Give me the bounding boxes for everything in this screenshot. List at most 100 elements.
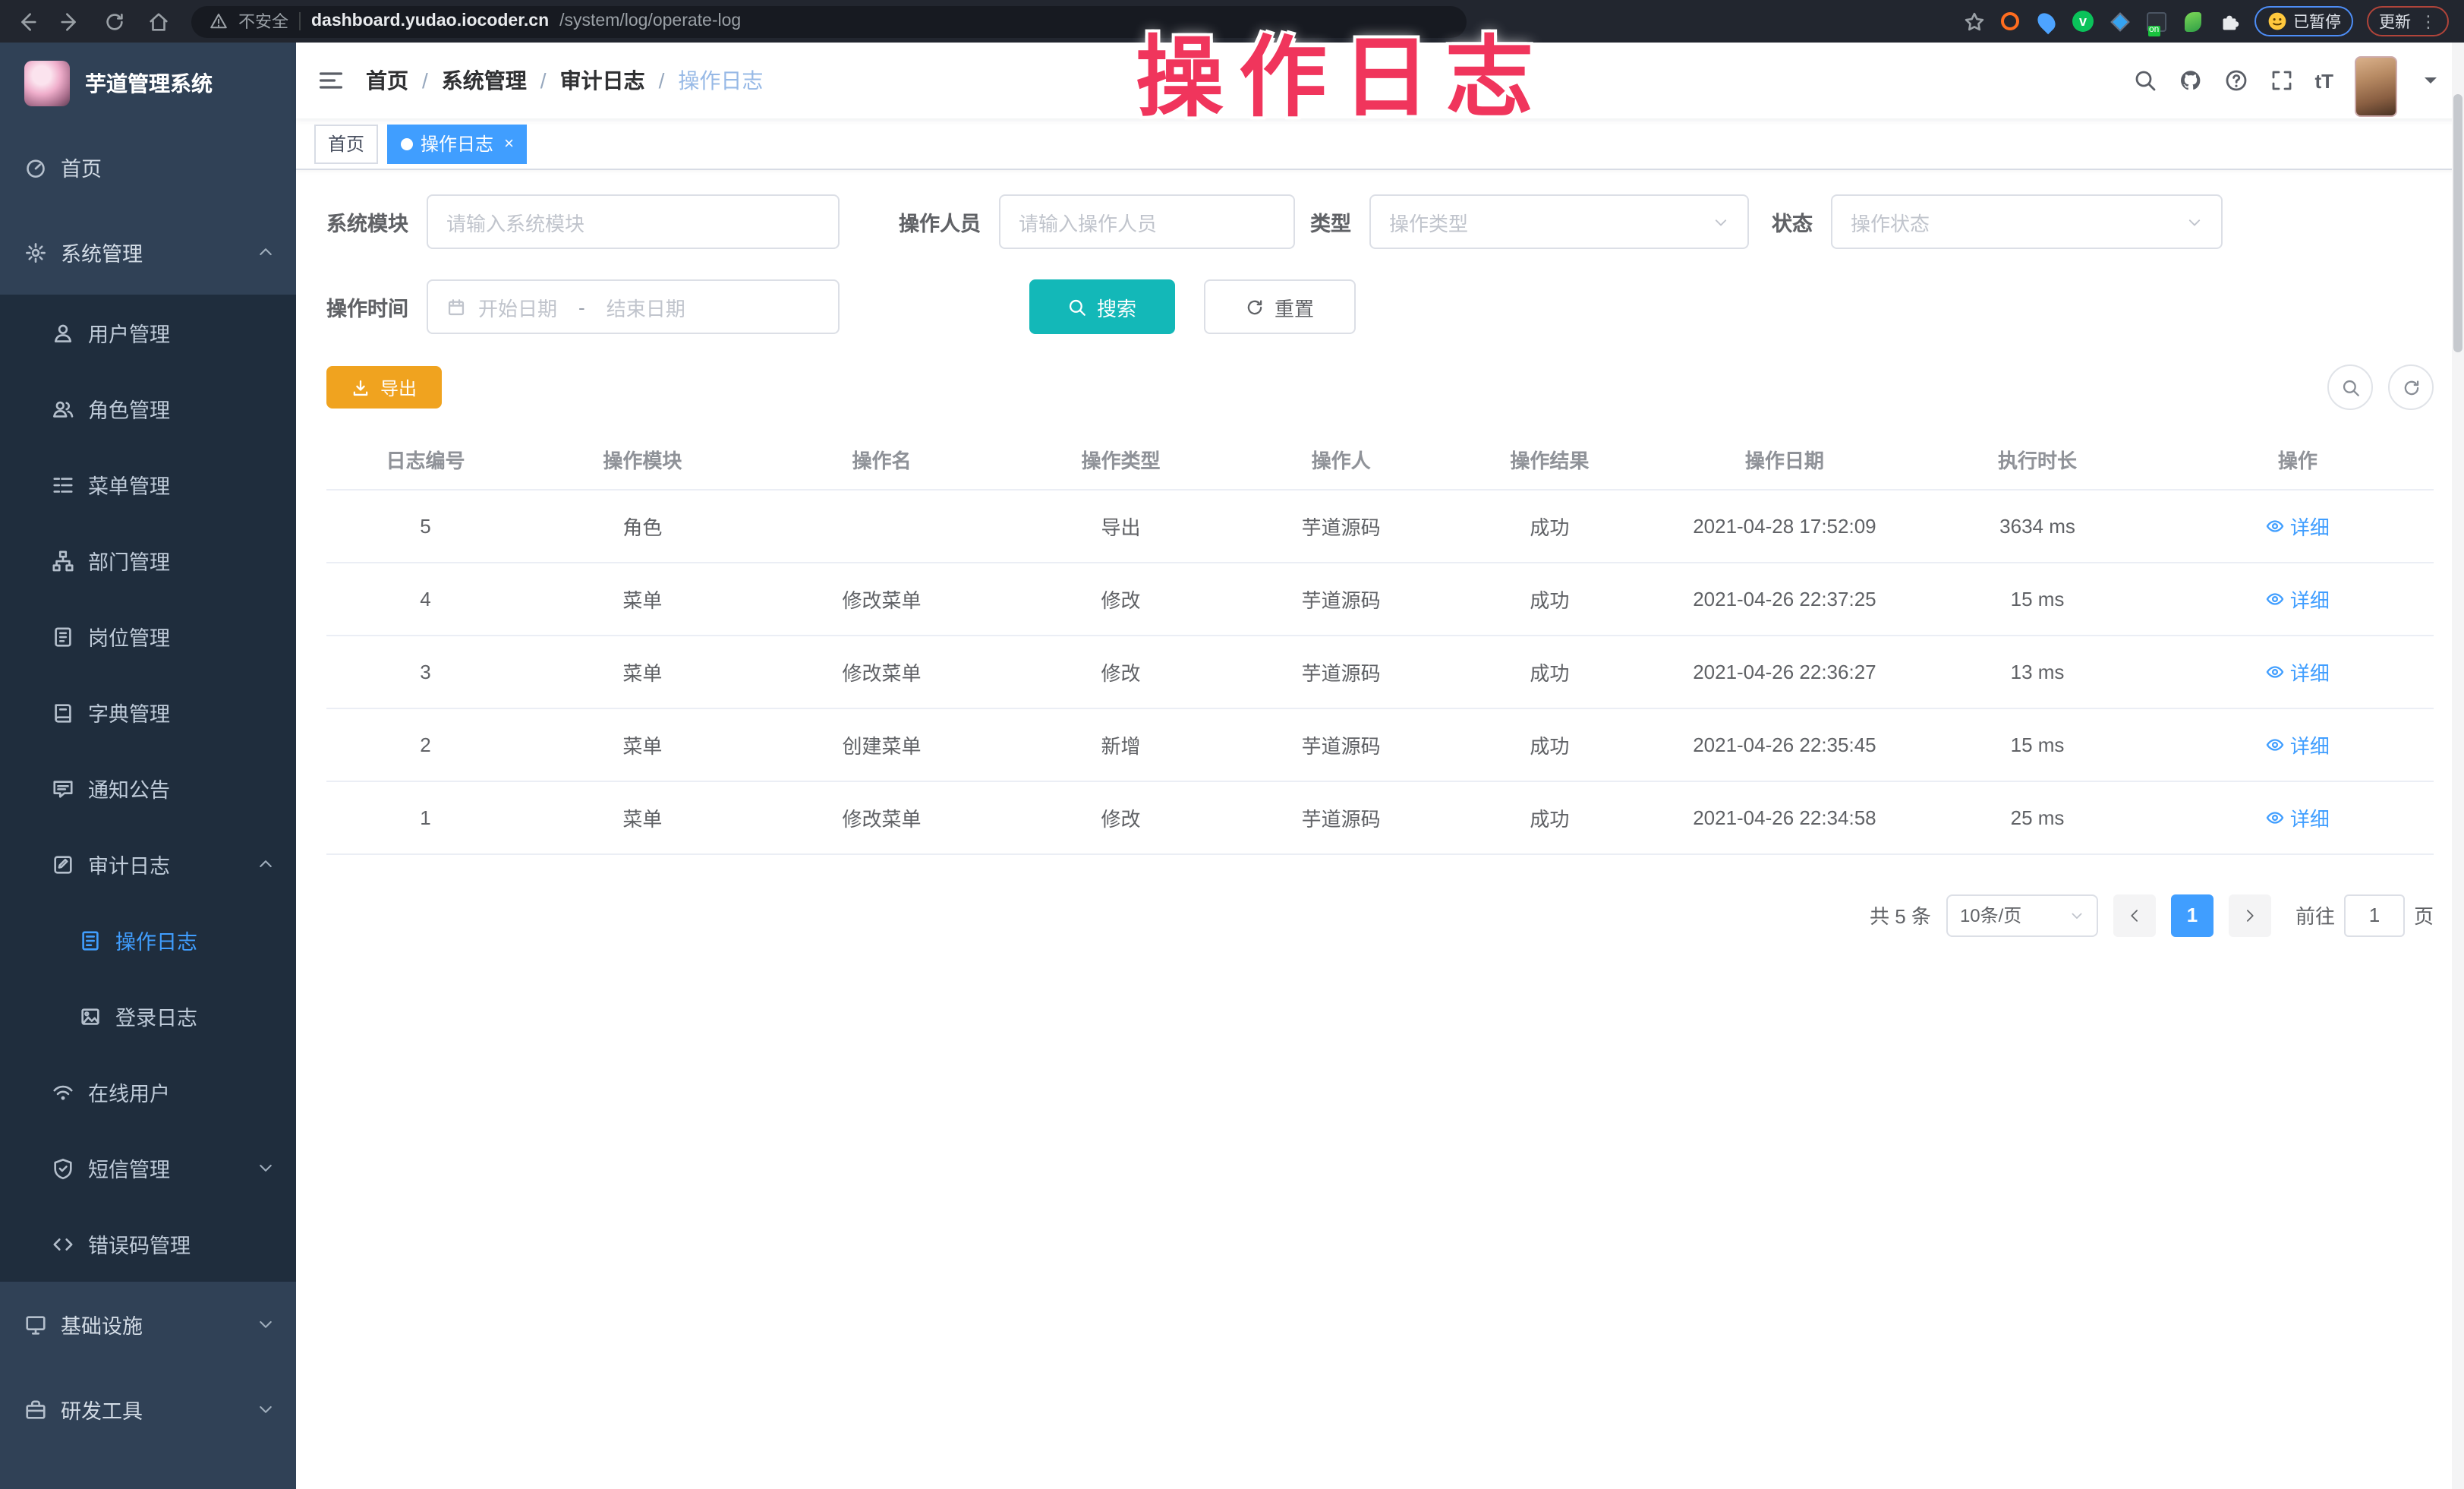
annotation-overlay: 操作日志 [1136,6,1549,134]
reload-icon[interactable] [103,10,126,33]
cell-module: 菜单 [525,562,761,635]
operator-input[interactable]: 请输入操作人员 [999,194,1295,249]
sidebar-logo-row[interactable]: 芋道管理系统 [0,43,296,125]
breadcrumb-item[interactable]: 系统管理 [442,65,527,96]
bookmark-star-icon[interactable] [1962,10,1985,33]
extensions-puzzle-icon[interactable] [2217,10,2240,33]
pagination-total: 共 5 条 [1870,901,1931,929]
active-tag-dot [401,137,413,150]
sidebar-item-label: 短信管理 [88,1153,170,1183]
refresh-table-button[interactable] [2388,364,2434,410]
cell-actions: 详细 [2162,635,2434,708]
forward-icon[interactable] [59,10,82,33]
column-header: 日志编号 [326,431,525,489]
breadcrumb-separator: / [540,68,547,93]
help-icon[interactable] [2223,68,2248,93]
breadcrumb-item[interactable]: 审计日志 [560,65,645,96]
tag-active[interactable]: 操作日志× [387,124,528,163]
extension-orange-ring-icon[interactable] [1999,10,2021,33]
browser-nav [15,10,170,33]
extension-green-leaf-icon[interactable] [2181,10,2204,33]
sidebar-item-infrastructure[interactable]: 基础设施 [0,1282,296,1367]
type-select[interactable]: 操作类型 [1369,194,1749,249]
back-icon[interactable] [15,10,38,33]
sidebar-item-label: 用户管理 [88,317,170,348]
eye-icon [2266,516,2286,535]
user-avatar[interactable] [2355,56,2397,117]
profile-paused-badge[interactable]: 已暂停 [2254,6,2353,36]
detail-link[interactable]: 详细 [2266,730,2330,759]
sidebar-item-notice[interactable]: 通知公告 [0,750,296,826]
export-button[interactable]: 导出 [326,366,442,409]
extension-on-badge: on [2147,25,2160,36]
status-select[interactable]: 操作状态 [1831,194,2223,249]
sidebar-item-role-management[interactable]: 角色管理 [0,371,296,446]
download-icon [351,377,371,397]
extension-blue-pin-icon[interactable] [2035,10,2058,33]
sidebar-item-dept-management[interactable]: 部门管理 [0,522,296,598]
home-icon[interactable] [147,10,170,33]
sidebar-item-operate-log[interactable]: 操作日志 [0,902,296,978]
cell-operator: 芋道源码 [1239,708,1443,781]
module-input[interactable]: 请输入系统模块 [427,194,840,249]
sidebar-item-user-management[interactable]: 用户管理 [0,295,296,371]
close-icon[interactable]: × [504,134,514,153]
prev-page-button[interactable] [2113,894,2156,936]
tag-item[interactable]: 首页 [314,124,378,163]
date-range-input[interactable]: 开始日期 - 结束日期 [427,279,840,334]
detail-link[interactable]: 详细 [2266,584,2330,613]
jump-page-input[interactable] [2344,894,2405,936]
detail-link[interactable]: 详细 [2266,803,2330,831]
sidebar-item-dict-management[interactable]: 字典管理 [0,674,296,750]
toggle-search-button[interactable] [2327,364,2373,410]
cell-result: 成功 [1443,708,1656,781]
fullscreen-icon[interactable] [2269,68,2293,93]
detail-link[interactable]: 详细 [2266,657,2330,686]
table-row: 4菜单修改菜单修改芋道源码成功2021-04-26 22:37:2515 ms详… [326,562,2434,635]
sidebar-item-home[interactable]: 首页 [0,125,296,210]
sidebar-item-login-log[interactable]: 登录日志 [0,978,296,1054]
cell-type: 修改 [1003,562,1239,635]
search-button[interactable]: 搜索 [1029,279,1175,334]
eye-icon [2266,807,2286,827]
next-page-button[interactable] [2229,894,2271,936]
sidebar-item-dev-tools[interactable]: 研发工具 [0,1367,296,1452]
github-icon[interactable] [2178,68,2202,93]
detail-link[interactable]: 详细 [2266,511,2330,540]
type-label: 类型 [1310,207,1369,237]
insecure-warning-icon [210,12,228,30]
browser-update-button[interactable]: 更新 ⋮ [2367,6,2449,36]
scrollbar-thumb[interactable] [2453,94,2462,352]
page-number-button[interactable]: 1 [2171,894,2214,936]
time-label: 操作时间 [326,292,427,322]
reset-button[interactable]: 重置 [1204,279,1356,334]
breadcrumb-item[interactable]: 首页 [366,65,408,96]
refresh-icon [1246,297,1265,317]
sidebar-item-menu-management[interactable]: 菜单管理 [0,446,296,522]
page-scrollbar[interactable] [2452,43,2464,1489]
sidebar-item-system-management[interactable]: 系统管理 [0,210,296,295]
avatar-caret-down-icon[interactable] [2418,68,2443,93]
extension-blue-gem-icon[interactable] [2108,10,2131,33]
sidebar-item-sms-management[interactable]: 短信管理 [0,1130,296,1206]
hamburger-icon[interactable] [317,67,345,94]
search-icon[interactable] [2132,68,2157,93]
extension-dark-on-icon[interactable]: on [2144,10,2167,33]
sidebar-item-error-code-management[interactable]: 错误码管理 [0,1206,296,1282]
browser-menu-icon[interactable]: ⋮ [2420,11,2437,31]
cell-type: 导出 [1003,489,1239,562]
sidebar-item-audit-log[interactable]: 审计日志 [0,826,296,902]
badge-icon [52,625,74,648]
sidebar-item-post-management[interactable]: 岗位管理 [0,598,296,674]
sidebar-item-online-user[interactable]: 在线用户 [0,1054,296,1130]
sidebar-item-label: 首页 [61,152,102,182]
page-size-select[interactable]: 10条/页 [1946,894,2098,936]
message-icon [52,777,74,800]
chevron-down-icon [257,1315,275,1333]
navbar-right: tT [2132,44,2443,117]
operator-label: 操作人员 [899,207,999,237]
extension-green-v-icon[interactable]: v [2072,10,2094,33]
font-size-icon[interactable]: tT [2314,69,2333,92]
cell-module: 菜单 [525,635,761,708]
table-row: 1菜单修改菜单修改芋道源码成功2021-04-26 22:34:5825 ms详… [326,781,2434,853]
